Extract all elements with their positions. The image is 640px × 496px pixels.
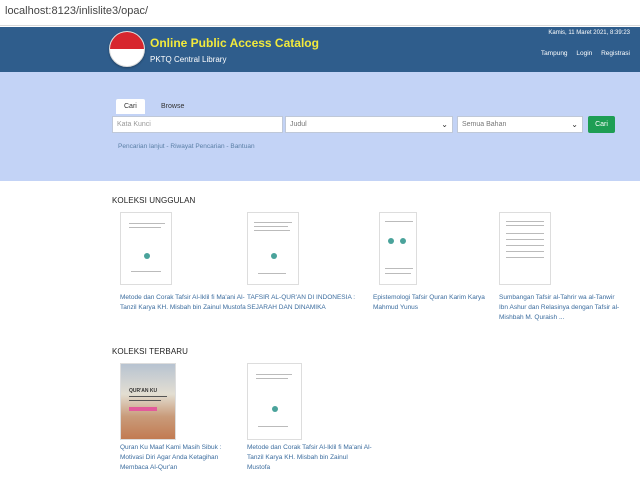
book-title[interactable]: Quran Ku Maaf Kami Masih Sibuk : Motivas… [120, 443, 245, 473]
book-title[interactable]: Metode dan Corak Tafsir Al-Iklil fi Ma'a… [120, 293, 250, 313]
cover-text: QUR'AN KU [129, 388, 158, 394]
book-card[interactable]: TAFSIR AL-QUR'AN DI INDONESIA : SEJARAH … [247, 212, 372, 327]
book-card[interactable]: Epistemologi Tafsir Quran Karim Karya Ma… [373, 212, 498, 327]
field-select[interactable]: Judul ⌄ [285, 116, 453, 133]
datetime-text: Kamis, 11 Maret 2021, 8:39:23 [548, 30, 630, 36]
book-title[interactable]: Metode dan Corak Tafsir Al-Iklil fi Ma'a… [247, 443, 372, 473]
book-cover[interactable] [499, 212, 551, 285]
book-title[interactable]: Sumbangan Tafsir al-Tahrir wa al-Tanwir … [499, 293, 624, 323]
chevron-down-icon: ⌄ [571, 120, 578, 129]
keyword-input[interactable]: Kata Kunci [112, 116, 283, 133]
tab-cari[interactable]: Cari [116, 99, 145, 114]
field-select-value: Judul [290, 121, 307, 128]
site-subtitle: PKTQ Central Library [150, 55, 227, 64]
material-select[interactable]: Semua Bahan ⌄ [457, 116, 583, 133]
book-card[interactable]: Sumbangan Tafsir al-Tahrir wa al-Tanwir … [499, 212, 624, 327]
book-card[interactable]: Metode dan Corak Tafsir Al-Iklil fi Ma'a… [247, 363, 372, 473]
book-cover[interactable] [247, 363, 302, 440]
browser-url-bar[interactable]: localhost:8123/inlislite3/opac/ [0, 0, 640, 26]
book-cover[interactable] [247, 212, 299, 285]
advanced-links[interactable]: Pencarian lanjut - Riwayat Pencarian - B… [118, 143, 255, 150]
keyword-placeholder: Kata Kunci [117, 121, 151, 128]
search-button[interactable]: Cari [588, 116, 615, 133]
newest-section-title: KOLEKSI TERBARU [112, 347, 189, 356]
chevron-down-icon: ⌄ [441, 120, 448, 129]
book-card[interactable]: QUR'AN KU Quran Ku Maaf Kami Masih Sibuk… [120, 363, 245, 473]
book-cover[interactable]: QUR'AN KU [120, 363, 176, 440]
registrasi-link[interactable]: Registrasi [601, 50, 630, 57]
book-title[interactable]: Epistemologi Tafsir Quran Karim Karya Ma… [373, 293, 498, 313]
site-title: Online Public Access Catalog [150, 36, 319, 50]
flag-logo-icon [109, 31, 145, 67]
book-cover[interactable] [379, 212, 417, 285]
tab-browse[interactable]: Browse [153, 99, 192, 114]
login-link[interactable]: Login [576, 50, 592, 57]
book-cover[interactable] [120, 212, 172, 285]
material-select-value: Semua Bahan [462, 121, 507, 128]
book-title[interactable]: TAFSIR AL-QUR'AN DI INDONESIA : SEJARAH … [247, 293, 372, 313]
book-card[interactable]: Metode dan Corak Tafsir Al-Iklil fi Ma'a… [120, 212, 250, 327]
tampung-link[interactable]: Tampung [541, 50, 568, 57]
featured-section-title: KOLEKSI UNGGULAN [112, 196, 196, 205]
header-links: Tampung Login Registrasi [534, 50, 630, 57]
url-text[interactable]: localhost:8123/inlislite3/opac/ [5, 5, 148, 17]
